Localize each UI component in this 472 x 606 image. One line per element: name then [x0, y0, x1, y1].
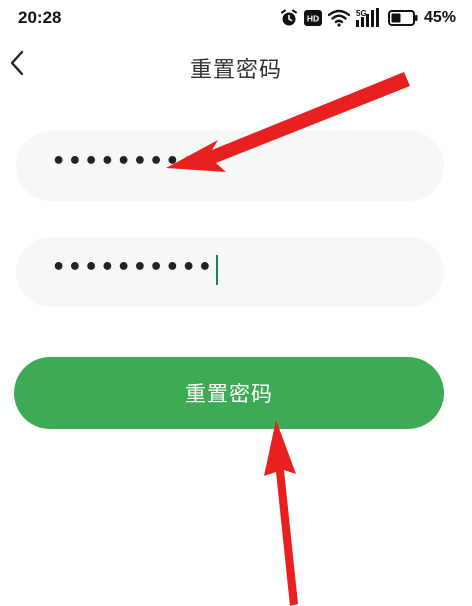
- svg-text:5G: 5G: [356, 9, 367, 18]
- header: 重置密码: [0, 40, 472, 96]
- text-cursor: [216, 255, 219, 285]
- battery-icon: [387, 10, 418, 26]
- wifi-icon: [327, 9, 350, 27]
- confirm-password-field[interactable]: ••••••••••: [16, 237, 444, 307]
- battery-percent: 45%: [423, 9, 456, 26]
- status-icons: HD 5G 45%: [280, 7, 456, 29]
- alarm-icon: [280, 9, 298, 27]
- svg-text:HD: HD: [307, 14, 319, 24]
- status-time: 20:28: [18, 8, 62, 27]
- new-password-value: •••••••••: [52, 149, 199, 174]
- status-bar: 20:28 HD 5G 45%: [0, 0, 472, 38]
- page-title: 重置密码: [189, 58, 282, 83]
- confirm-password-value: ••••••••••: [52, 255, 215, 280]
- annotation-arrow-icon: [264, 420, 298, 606]
- new-password-field[interactable]: •••••••••: [16, 131, 444, 201]
- signal-5g-icon: 5G: [355, 8, 382, 28]
- reset-password-button[interactable]: 重置密码: [14, 357, 444, 429]
- reset-password-button-label: 重置密码: [185, 382, 273, 406]
- hd-icon: HD: [303, 10, 322, 26]
